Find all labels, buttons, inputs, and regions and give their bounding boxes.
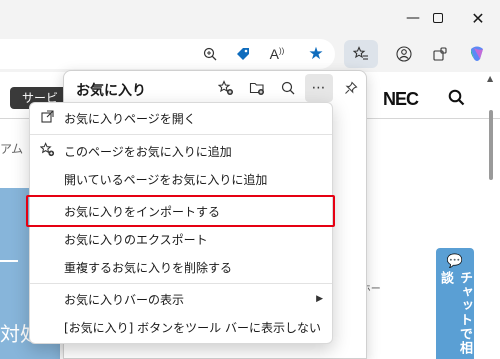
menu-item-remove-duplicates[interactable]: 重複するお気に入りを削除する	[29, 253, 333, 281]
close-icon: ✕	[471, 8, 485, 28]
add-favorite-icon[interactable]	[213, 76, 239, 100]
menu-item-label: お気に入りバーの表示	[64, 292, 185, 307]
page-menu-text[interactable]: アム	[0, 140, 23, 157]
page-search-icon[interactable]	[448, 89, 465, 111]
menu-item-hide-favorites-button[interactable]: [お気に入り] ボタンをツール バーに表示しない	[29, 313, 333, 341]
extensions-icon[interactable]	[426, 36, 454, 72]
highlight-box	[26, 195, 335, 227]
hero-dash	[0, 260, 18, 262]
menu-item-add-this-page[interactable]: このページをお気に入りに追加	[29, 137, 333, 165]
menu-item-label: お気に入りのエクスポート	[64, 232, 208, 247]
menu-item-show-favorites-bar[interactable]: お気に入りバーの表示 ▶	[29, 285, 333, 313]
maximize-icon	[433, 13, 443, 23]
menu-item-label: 重複するお気に入りを削除する	[64, 260, 233, 275]
favorites-title: お気に入り	[76, 83, 146, 99]
menu-item-label: 開いているページをお気に入りに追加	[64, 172, 268, 187]
title-bar: — ✕	[0, 0, 500, 36]
scrollbar-thumb[interactable]	[489, 110, 493, 180]
search-icon[interactable]	[275, 76, 301, 100]
profile-icon[interactable]	[390, 36, 418, 72]
favorites-hub-icon	[347, 36, 375, 72]
read-aloud-icon[interactable]: A))	[263, 36, 291, 72]
chat-consult-button[interactable]: 💬 チャットで相談	[436, 248, 474, 359]
copilot-icon[interactable]	[463, 36, 491, 72]
scroll-up-arrow-icon[interactable]: ▲	[487, 74, 493, 83]
zoom-icon[interactable]	[196, 36, 224, 72]
chat-label: チャットで相談	[438, 271, 472, 355]
menu-separator	[30, 134, 332, 135]
menu-item-label: お気に入りページを開く	[64, 111, 196, 126]
menu-item-add-open-pages[interactable]: 開いているページをお気に入りに追加	[29, 165, 333, 193]
menu-item-label: [お気に入り] ボタンをツール バーに表示しない	[64, 320, 321, 335]
open-external-icon	[39, 109, 55, 127]
nec-logo[interactable]: NEC	[383, 89, 419, 110]
favorite-star-icon[interactable]: ★	[302, 36, 330, 72]
more-icon: ⋯	[311, 80, 327, 96]
chevron-right-icon: ▶	[316, 294, 323, 304]
chat-bubble-icon: 💬	[446, 254, 464, 269]
menu-separator	[30, 283, 332, 284]
add-favorite-icon	[39, 141, 55, 161]
close-button[interactable]: ✕	[455, 0, 500, 36]
shopping-tag-icon[interactable]	[229, 36, 257, 72]
add-folder-icon[interactable]	[244, 76, 270, 100]
pin-icon[interactable]	[338, 76, 364, 100]
menu-item-export-favorites[interactable]: お気に入りのエクスポート	[29, 225, 333, 253]
menu-item-open-favorites-page[interactable]: お気に入りページを開く	[29, 104, 333, 132]
menu-item-label: このページをお気に入りに追加	[64, 144, 232, 159]
